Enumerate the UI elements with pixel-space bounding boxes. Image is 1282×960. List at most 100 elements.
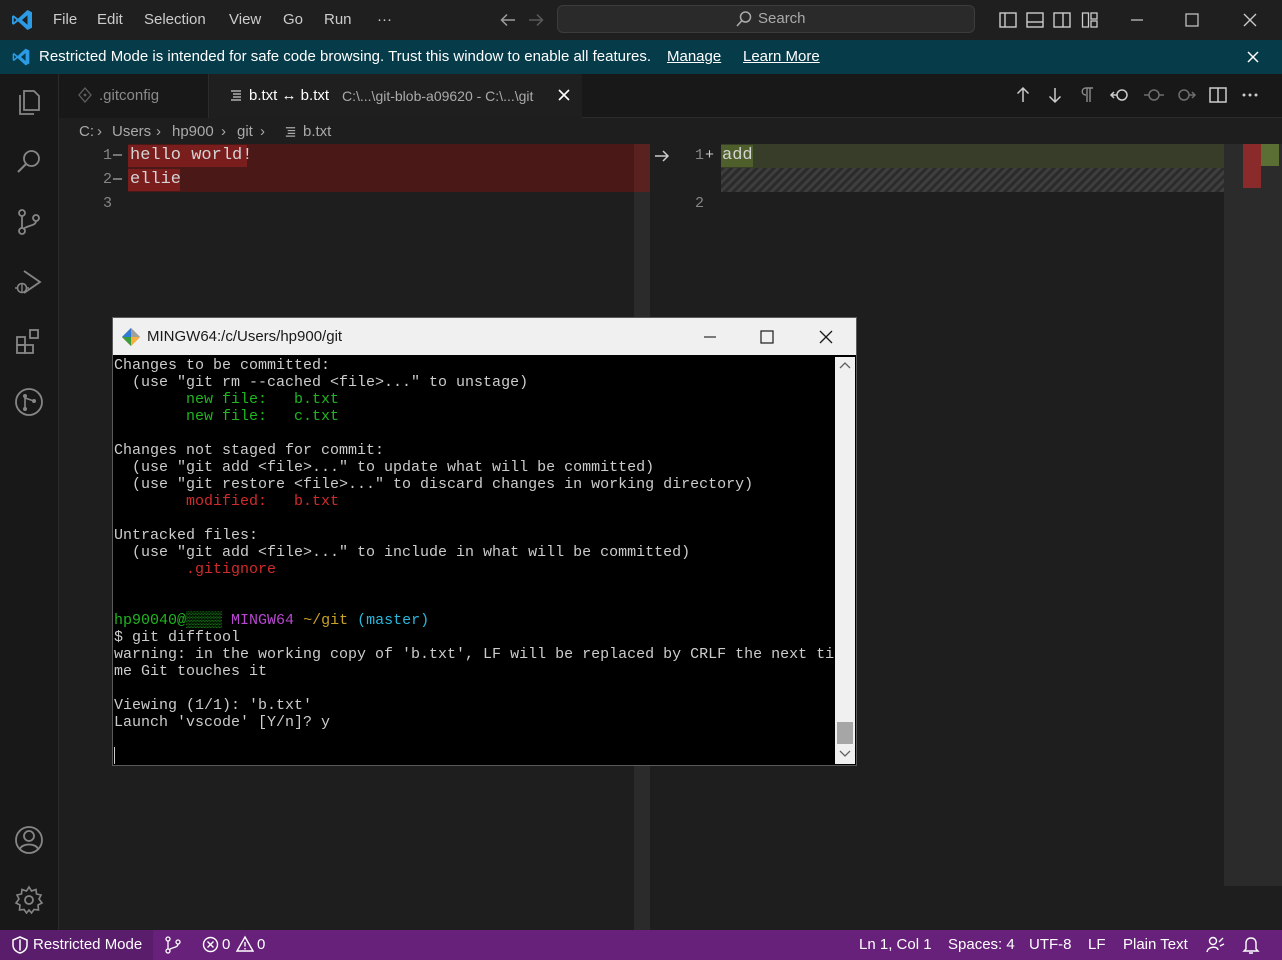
menu-view[interactable]: View (229, 0, 261, 40)
breadcrumb-git[interactable]: git (237, 120, 253, 144)
open-next-file-icon[interactable] (1175, 85, 1197, 105)
cursor-position[interactable]: Ln 1, Col 1 (859, 930, 932, 960)
right-scrollbar[interactable] (1224, 144, 1282, 886)
terminal-prompt-segment: ▒▒▒▒ (186, 612, 223, 629)
menu-file[interactable]: File (53, 0, 77, 40)
explorer-icon[interactable] (13, 86, 45, 118)
toggle-panel-icon[interactable] (1025, 10, 1045, 30)
terminal-prompt-segment (294, 612, 303, 629)
vscode-banner-icon (11, 47, 31, 67)
close-window-icon[interactable] (1240, 10, 1260, 30)
breadcrumb-separator: › (221, 123, 226, 140)
toggle-primary-sidebar-icon[interactable] (998, 10, 1018, 30)
menu-more[interactable]: ··· (377, 0, 392, 40)
terminal-close-icon[interactable] (816, 327, 836, 347)
git-graph-icon[interactable] (13, 386, 45, 418)
terminal-minimize-icon[interactable] (700, 327, 720, 347)
feedback-icon[interactable] (1205, 935, 1225, 955)
open-previous-file-icon[interactable] (1109, 85, 1131, 105)
forward-arrow-icon[interactable] (526, 10, 546, 30)
terminal-line: new file: c.txt (114, 408, 340, 425)
right-line-number: 1 (694, 147, 704, 164)
menu-selection[interactable]: Selection (144, 0, 206, 40)
terminal-line: new file: b.txt (114, 391, 340, 408)
toggle-secondary-sidebar-icon[interactable] (1052, 10, 1072, 30)
left-line-text: ellie (130, 170, 182, 189)
diff-file-icon (229, 88, 243, 102)
scroll-down-icon[interactable] (838, 748, 852, 760)
customize-layout-icon[interactable] (1080, 10, 1100, 30)
breadcrumb-hp900[interactable]: hp900 (172, 120, 214, 144)
scroll-up-icon[interactable] (838, 359, 852, 371)
previous-change-icon[interactable] (1013, 85, 1033, 105)
activity-bar (0, 74, 59, 930)
diff-arrow-icon[interactable] (653, 147, 671, 165)
more-actions-icon[interactable] (1240, 85, 1260, 105)
left-overview-removed (634, 144, 650, 192)
maximize-window-icon[interactable] (1182, 10, 1202, 30)
terminal-output[interactable]: Changes to be committed: (use "git rm --… (114, 357, 834, 762)
terminal-line: Changes to be committed: (114, 357, 331, 374)
open-file-icon[interactable] (1143, 85, 1165, 105)
encoding[interactable]: UTF-8 (1029, 930, 1072, 960)
tab-diff-label: b.txt ↔ b.txt (249, 87, 330, 104)
terminal-line: Changes not staged for commit: (114, 442, 385, 459)
remote-source-icon[interactable] (163, 935, 183, 955)
error-count[interactable]: 0 (222, 930, 230, 960)
banner-close-icon[interactable] (1243, 47, 1263, 67)
next-change-icon[interactable] (1045, 85, 1065, 105)
search-view-icon[interactable] (13, 146, 45, 178)
menu-run[interactable]: Run (324, 0, 352, 40)
manage-gear-icon[interactable] (13, 884, 45, 916)
warning-icon[interactable] (236, 935, 254, 953)
tab-gitconfig-label: .gitconfig (99, 87, 160, 104)
minimize-window-icon[interactable] (1127, 10, 1147, 30)
extensions-icon[interactable] (13, 326, 45, 358)
banner-manage-link[interactable]: Manage (667, 40, 721, 74)
notifications-bell-icon[interactable] (1242, 935, 1260, 955)
right-overview-removed (1243, 144, 1261, 188)
back-arrow-icon[interactable] (498, 10, 518, 30)
gitconfig-file-icon (78, 87, 92, 103)
terminal-cursor (114, 747, 115, 764)
breadcrumb-users[interactable]: Users (112, 120, 151, 144)
left-line-number: 1 (102, 147, 112, 164)
accounts-icon[interactable] (13, 824, 45, 856)
run-and-debug-icon[interactable] (13, 266, 45, 298)
left-line-text: hello world! (130, 146, 253, 165)
tab-close-icon[interactable] (555, 86, 573, 104)
banner-learn-more-link[interactable]: Learn More (743, 40, 820, 74)
terminal-prompt-segment: ~/git (303, 612, 349, 629)
terminal-line: .gitignore (114, 561, 277, 578)
terminal-scrollbar[interactable] (835, 357, 855, 764)
warning-count[interactable]: 0 (257, 930, 265, 960)
breadcrumb-file[interactable]: b.txt (303, 120, 331, 144)
removed-marker: — (113, 147, 123, 164)
error-icon[interactable] (202, 936, 219, 953)
end-of-line[interactable]: LF (1088, 930, 1106, 960)
search-icon (735, 10, 753, 28)
breadcrumb-separator: › (156, 123, 161, 140)
language-mode[interactable]: Plain Text (1123, 930, 1188, 960)
indentation[interactable]: Spaces: 4 (948, 930, 1015, 960)
menu-go[interactable]: Go (283, 0, 303, 40)
terminal-prompt-segment: (master) (357, 612, 430, 629)
terminal-line: Launch 'vscode' [Y/n]? y (114, 714, 331, 731)
terminal-maximize-icon[interactable] (757, 327, 777, 347)
terminal-prompt-segment (348, 612, 357, 629)
restricted-mode-status[interactable]: Restricted Mode (33, 930, 142, 960)
source-control-icon[interactable] (13, 206, 45, 238)
show-whitespace-icon[interactable] (1077, 85, 1097, 105)
terminal-scroll-thumb[interactable] (837, 722, 853, 744)
terminal-line: hp90040@▒▒▒▒ MINGW64 ~/git (master) (114, 612, 834, 629)
terminal-line: me Git touches it (114, 663, 268, 680)
right-line-text: add (722, 146, 753, 165)
breadcrumb-drive[interactable]: C: (79, 120, 94, 144)
menu-edit[interactable]: Edit (97, 0, 123, 40)
split-editor-icon[interactable] (1208, 85, 1228, 105)
removed-marker: — (113, 171, 123, 188)
